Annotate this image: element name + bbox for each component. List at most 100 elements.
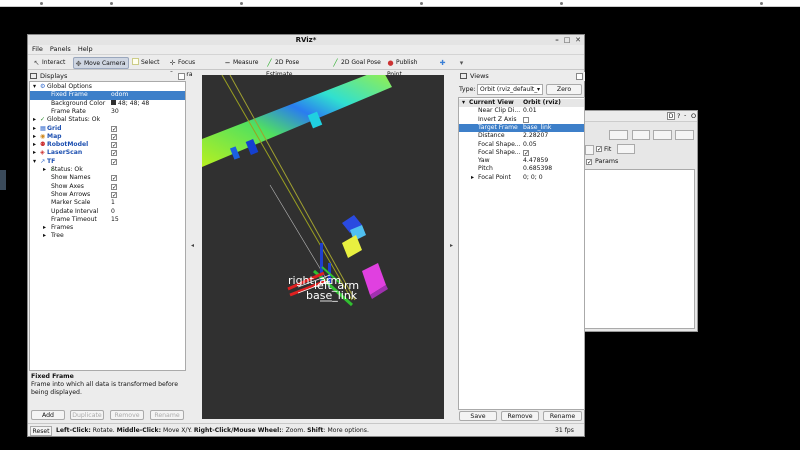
side-handle[interactable]: [0, 170, 6, 190]
display-value-cell[interactable]: 0: [111, 208, 115, 216]
view-row[interactable]: Pitch 0.685398: [459, 165, 584, 173]
view-row[interactable]: Focal Shape... 0.05: [459, 141, 584, 149]
rename-display-button[interactable]: Rename: [150, 410, 184, 420]
params-checkbox[interactable]: ✓: [586, 159, 592, 166]
zero-button[interactable]: Zero: [546, 84, 582, 95]
view-row[interactable]: Near Clip Di... 0.01: [459, 107, 584, 115]
display-row[interactable]: ▾ ⚙ Global Options: [30, 83, 185, 91]
view-checkbox[interactable]: ✓: [523, 149, 529, 156]
reset-button[interactable]: Reset: [30, 426, 52, 436]
background-button[interactable]: [632, 130, 650, 140]
expander-icon[interactable]: ▾: [462, 99, 465, 107]
background-field[interactable]: [585, 145, 594, 155]
display-row[interactable]: ▸ ✓ Status: Ok: [30, 166, 185, 174]
tool-focus-camera[interactable]: ✛Focus Camera: [168, 57, 218, 78]
display-row-value[interactable]: 30: [111, 108, 119, 115]
color-swatch[interactable]: [111, 99, 116, 105]
display-row-value[interactable]: 0: [111, 208, 115, 215]
display-row[interactable]: Show Names ✓: [30, 174, 185, 182]
minimize-icon[interactable]: –: [553, 36, 561, 44]
display-checkbox[interactable]: ✓: [111, 133, 117, 140]
add-button[interactable]: Add: [31, 410, 65, 420]
tool-add[interactable]: ✚: [438, 57, 448, 69]
fit-checkbox[interactable]: ✓: [596, 146, 602, 153]
close-icon[interactable]: ✕: [574, 36, 582, 44]
background-button[interactable]: [609, 130, 628, 140]
expander-icon[interactable]: ▸: [471, 174, 474, 182]
display-row-value[interactable]: 15: [111, 216, 119, 223]
display-row[interactable]: ▸ ✓ Global Status: Ok: [30, 116, 185, 124]
expander-icon[interactable]: ▸: [33, 141, 36, 149]
display-value-cell[interactable]: 15: [111, 216, 119, 224]
display-row-value[interactable]: 1: [111, 199, 115, 206]
tool-select[interactable]: Select: [131, 57, 161, 69]
duplicate-button[interactable]: Duplicate: [70, 410, 104, 420]
display-row[interactable]: ▸ ▦ Grid ✓: [30, 125, 185, 133]
expander-icon[interactable]: ▸: [43, 166, 46, 174]
expander-icon[interactable]: ▸: [33, 133, 36, 141]
view-row[interactable]: Yaw 4.47859: [459, 157, 584, 165]
display-row[interactable]: Frame Rate 30: [30, 108, 185, 116]
display-value-cell[interactable]: 48; 48; 48: [111, 99, 149, 108]
rename-view-button[interactable]: Rename: [543, 411, 582, 421]
display-checkbox[interactable]: ✓: [111, 175, 117, 182]
view-row[interactable]: Focal Shape... ✓: [459, 149, 584, 157]
expander-icon[interactable]: ▸: [33, 125, 36, 133]
menu-help[interactable]: Help: [78, 45, 93, 54]
expander-icon[interactable]: ▾: [33, 83, 36, 91]
display-checkbox[interactable]: ✓: [111, 158, 117, 165]
save-view-button[interactable]: Save: [459, 411, 497, 421]
tool-2d-goal-pose[interactable]: ╱ 2D Goal Pose: [331, 57, 381, 69]
display-row[interactable]: ▸ Frames: [30, 224, 185, 232]
display-checkbox[interactable]: ✓: [111, 125, 117, 132]
display-row[interactable]: Marker Scale 1: [30, 199, 185, 207]
menu-panels[interactable]: Panels: [50, 45, 71, 54]
view-row-value[interactable]: base_link: [523, 124, 551, 132]
display-row[interactable]: Show Axes ✓: [30, 183, 185, 191]
view-type-select[interactable]: Orbit (rviz_default_ ▾: [477, 84, 543, 95]
display-row[interactable]: ▾ ↗ TF ✓: [30, 158, 185, 166]
display-row[interactable]: ▸ ◉ Map ✓: [30, 133, 185, 141]
display-value-cell[interactable]: odom: [111, 91, 128, 99]
display-checkbox[interactable]: ✓: [111, 142, 117, 149]
display-row-value[interactable]: 48; 48; 48: [118, 100, 149, 107]
expander-icon[interactable]: ▾: [33, 158, 36, 166]
view-row-value[interactable]: 0.685398: [523, 165, 552, 173]
remove-view-button[interactable]: Remove: [501, 411, 539, 421]
view-row-value[interactable]: 2.28207: [523, 132, 548, 140]
view-checkbox[interactable]: [523, 116, 529, 123]
display-row-value[interactable]: odom: [111, 91, 128, 98]
expander-icon[interactable]: ▸: [33, 149, 36, 157]
display-row[interactable]: Fixed Frame odom: [30, 91, 185, 100]
tool-dropdown[interactable]: ▾: [457, 57, 467, 69]
view-row-value[interactable]: 0; 0; 0: [523, 174, 543, 182]
background-window-d-button[interactable]: D: [667, 112, 675, 120]
view-row[interactable]: Distance 2.28207: [459, 132, 584, 140]
display-row[interactable]: Background Color 48; 48; 48: [30, 99, 185, 108]
background-button[interactable]: [653, 130, 672, 140]
tool-measure[interactable]: ━ Measure: [223, 57, 259, 69]
tool-move-camera[interactable]: ✥ Move Camera: [73, 57, 129, 69]
display-value-cell[interactable]: 1: [111, 199, 115, 207]
tool-publish-point[interactable]: ●Publish Point: [386, 57, 432, 78]
expander-icon[interactable]: ▸: [43, 232, 46, 240]
display-row[interactable]: Frame Timeout 15: [30, 216, 185, 224]
display-row[interactable]: Show Arrows ✓: [30, 191, 185, 199]
view-row-value[interactable]: 0.05: [523, 141, 537, 149]
view-row-value[interactable]: 4.47859: [523, 157, 548, 165]
display-row[interactable]: ▸ ◈ LaserScan ✓: [30, 149, 185, 157]
expander-icon[interactable]: ▸: [43, 224, 46, 232]
display-value-cell[interactable]: 30: [111, 108, 119, 116]
background-button[interactable]: [675, 130, 694, 140]
render-viewport[interactable]: right_arm left_arm base_link: [202, 69, 444, 419]
help-icon[interactable]: ?: [677, 112, 680, 120]
undock-icon[interactable]: [576, 73, 583, 80]
display-row[interactable]: ▸ ⚉ RobotModel ✓: [30, 141, 185, 149]
tool-interact[interactable]: ↖ Interact: [32, 57, 68, 69]
view-row[interactable]: Invert Z Axis: [459, 116, 584, 124]
maximize-icon[interactable]: □: [563, 36, 571, 44]
background-button[interactable]: [617, 144, 635, 154]
collapse-right-icon[interactable]: ▸: [450, 242, 453, 249]
display-row[interactable]: Update Interval 0: [30, 208, 185, 216]
collapse-left-icon[interactable]: ◂: [191, 242, 194, 249]
